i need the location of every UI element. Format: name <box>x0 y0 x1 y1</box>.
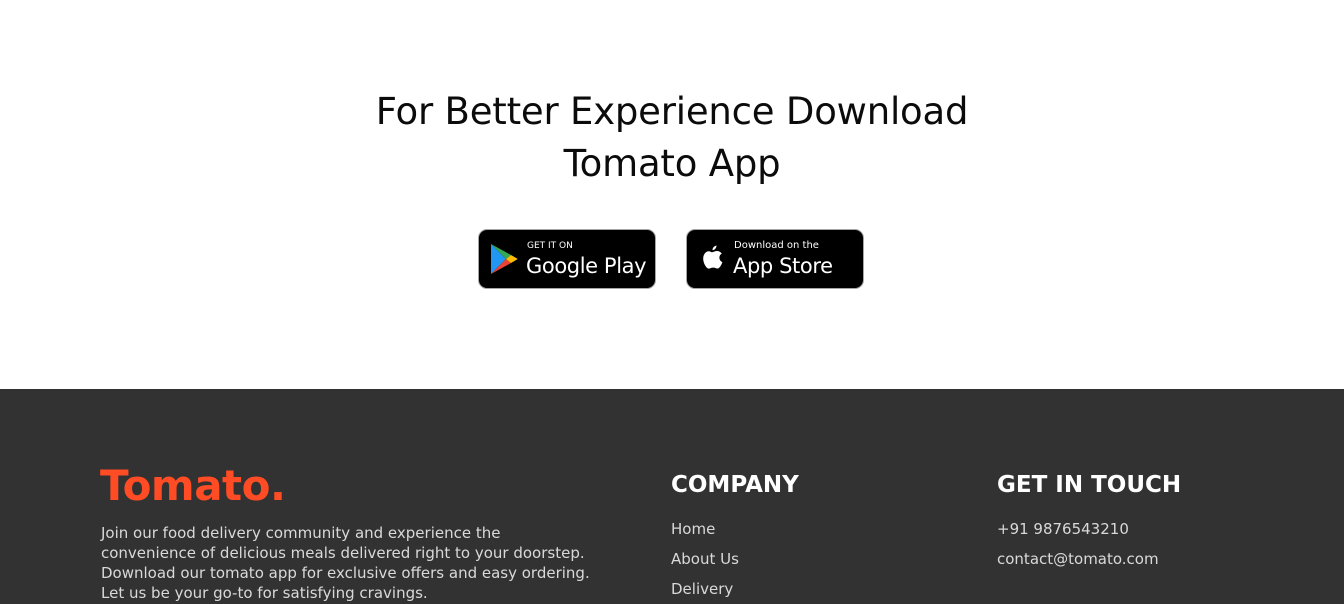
app-download-title-line2: Tomato App <box>563 142 781 185</box>
app-store-button[interactable]: Download on the App Store <box>686 229 864 289</box>
app-download-section: For Better Experience Download Tomato Ap… <box>0 0 1344 389</box>
apple-icon <box>703 245 723 269</box>
contact-email: contact@tomato.com <box>997 550 1159 568</box>
footer-description: Join our food delivery community and exp… <box>101 524 590 602</box>
footer-logo[interactable]: Tomato. <box>100 461 286 511</box>
footer-link-home[interactable]: Home <box>671 519 739 549</box>
app-download-title-line1: For Better Experience Download <box>375 90 969 133</box>
google-play-big-label: Google Play <box>526 254 647 278</box>
app-store-small-label: Download on the <box>734 240 819 251</box>
site-footer: Tomato. Join our food delivery community… <box>0 389 1344 604</box>
footer-link-about-us[interactable]: About Us <box>671 549 739 579</box>
google-play-icon <box>491 244 518 274</box>
footer-link-delivery[interactable]: Delivery <box>671 579 739 604</box>
google-play-small-label: GET IT ON <box>527 241 573 251</box>
app-download-title: For Better Experience Download Tomato Ap… <box>322 86 1022 190</box>
company-heading: COMPANY <box>671 472 799 498</box>
app-store-big-label: App Store <box>733 254 833 278</box>
contact-heading: GET IN TOUCH <box>997 472 1182 498</box>
contact-info: +91 9876543210 contact@tomato.com <box>997 519 1159 579</box>
google-play-button[interactable]: GET IT ON Google Play <box>478 229 656 289</box>
contact-phone: +91 9876543210 <box>997 520 1129 538</box>
company-links: Home About Us Delivery <box>671 519 739 604</box>
